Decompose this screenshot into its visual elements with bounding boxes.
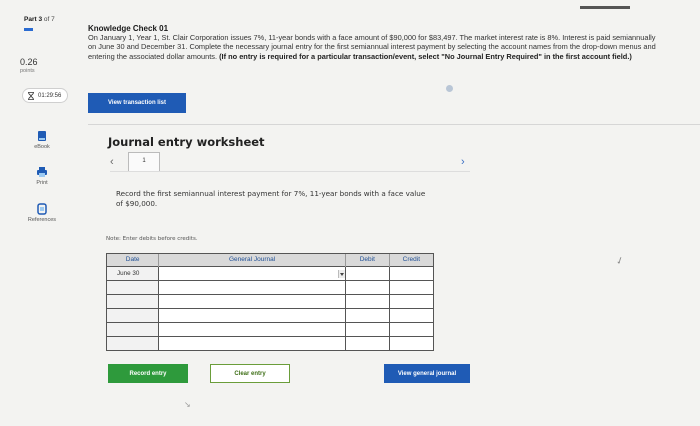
table-row [107,293,433,308]
next-arrow-icon[interactable]: › [461,156,465,168]
journal-entry-grid: Date General Journal Debit Credit June 3… [106,253,434,351]
date-cell [107,279,159,294]
debit-input[interactable] [344,279,390,294]
print-label: Print [36,180,48,186]
date-cell [107,293,159,308]
part-label: Part [24,16,37,23]
worksheet-instruction: Record the first semiannual interest pay… [116,189,426,208]
debit-input[interactable] [344,307,390,322]
col-header-debit: Debit [344,254,390,266]
table-row: June 30 [107,265,433,280]
col-header-date: Date [125,256,140,264]
credit-input[interactable] [388,321,433,336]
date-cell: June 30 [107,265,159,280]
hourglass-icon [28,91,34,100]
points-label: points [20,68,35,74]
question-text: On January 1, Year 1, St. Clair Corporat… [88,33,663,61]
credit-input[interactable] [388,335,433,350]
table-row [107,279,433,294]
timer-value: 01:29:56 [38,92,62,99]
references-icon [37,203,47,215]
table-row [107,321,433,336]
credit-input[interactable] [388,265,433,280]
account-select[interactable] [158,293,346,308]
account-select[interactable] [158,307,346,322]
pen-mark-icon: ✓ [614,254,627,269]
view-transaction-list-button[interactable]: View transaction list [88,93,186,113]
record-entry-button[interactable]: Record entry [108,364,188,383]
debit-input[interactable] [344,293,390,308]
part-number: 3 [38,16,43,23]
references-label: References [27,217,57,223]
date-cell [107,307,159,322]
credit-input[interactable] [388,293,433,308]
hint-icon[interactable] [446,85,453,92]
credit-input[interactable] [388,307,433,322]
table-row [107,307,433,322]
ebook-label: eBook [34,144,50,150]
debit-input[interactable] [344,265,390,280]
clear-entry-button[interactable]: Clear entry [210,364,290,383]
book-icon [38,131,46,141]
question-title: Knowledge Check 01 [88,24,169,33]
part-of: of 7 [43,16,55,23]
date-cell [107,335,159,350]
date-cell [107,321,159,336]
worksheet-title: Journal entry worksheet [108,135,265,149]
credit-input[interactable] [388,279,433,294]
chevron-down-icon[interactable] [337,269,345,278]
printer-icon [37,167,47,177]
timer[interactable]: 01:29:56 [22,88,68,103]
account-select[interactable] [158,335,346,350]
view-general-journal-button[interactable]: View general journal [384,364,470,383]
part-indicator: Part 3 of 7 [24,16,55,23]
left-rail: Part 3 of 7 0.26 points 01:29:56 eBook P… [0,0,78,426]
table-row [107,335,433,350]
col-header-credit: Credit [388,254,433,266]
previous-arrow-icon[interactable]: ‹ [110,156,114,168]
print-button[interactable]: Print [24,166,60,186]
panel-border [110,171,470,172]
divider [88,124,700,125]
account-select[interactable] [158,279,346,294]
question-note: (If no entry is required for a particula… [219,51,632,61]
worksheet-note: Note: Enter debits before credits. [106,236,198,242]
debit-input[interactable] [344,321,390,336]
ebook-button[interactable]: eBook [24,130,60,150]
part-progress-bar [24,28,33,31]
account-select[interactable] [158,321,346,336]
debit-input[interactable] [344,335,390,350]
col-header-general-journal: General Journal [158,254,346,266]
top-progress-line [580,6,630,9]
account-select[interactable] [158,265,346,280]
cursor-icon: ↘ [184,400,191,409]
references-button[interactable]: References [24,203,60,223]
points-value: 0.26 [20,57,38,67]
tab-1[interactable]: 1 [128,152,160,172]
